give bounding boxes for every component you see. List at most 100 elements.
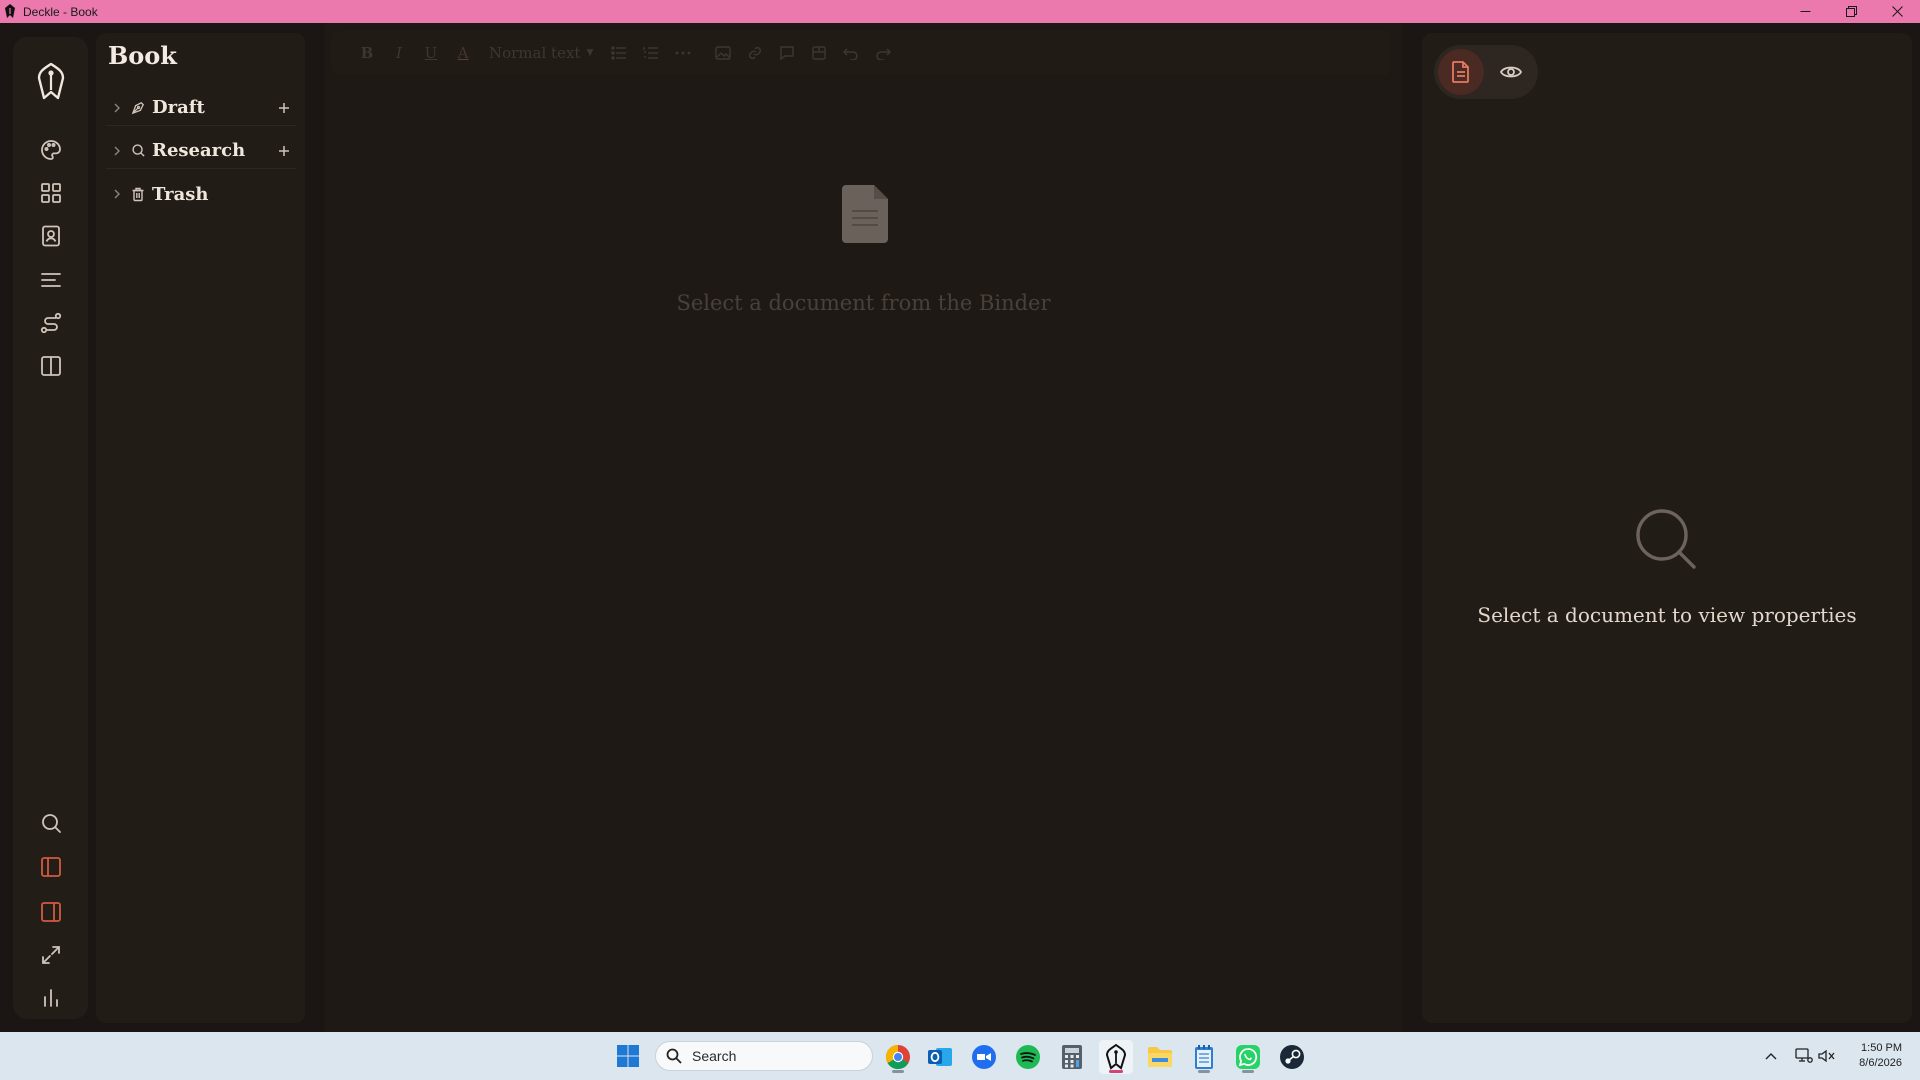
bold-button[interactable]: B xyxy=(351,39,383,67)
chevron-right-icon[interactable] xyxy=(110,187,124,201)
image-icon xyxy=(715,46,732,60)
statistics-button[interactable] xyxy=(36,983,66,1013)
outline-button[interactable] xyxy=(36,265,66,295)
tab-document-properties[interactable] xyxy=(1438,49,1484,95)
restore-button[interactable] xyxy=(1828,0,1874,23)
taskbar-app-chrome[interactable] xyxy=(881,1040,915,1074)
text-color-button[interactable]: A xyxy=(447,39,479,67)
binder-item-draft[interactable]: Draft xyxy=(106,90,296,126)
characters-button[interactable] xyxy=(36,221,66,251)
windows-logo-icon xyxy=(617,1045,639,1067)
taskbar-app-steam[interactable] xyxy=(1275,1040,1309,1074)
add-draft-button[interactable] xyxy=(276,100,292,116)
panel-right-icon xyxy=(41,902,61,922)
volume-button[interactable] xyxy=(1817,1046,1837,1066)
chevron-right-icon[interactable] xyxy=(110,101,124,115)
window-titlebar: Deckle - Book xyxy=(0,0,1920,23)
close-button[interactable] xyxy=(1874,0,1920,23)
contact-card-icon xyxy=(42,225,60,247)
paragraph-style-value: Normal text xyxy=(489,44,581,62)
pen-tool-icon xyxy=(130,100,146,116)
chevron-right-icon[interactable] xyxy=(110,144,124,158)
window-controls xyxy=(1782,0,1920,23)
insert-note-button[interactable] xyxy=(803,39,835,67)
spotify-icon xyxy=(1016,1045,1040,1069)
network-icon xyxy=(1795,1048,1813,1063)
taskbar-search-label: Search xyxy=(692,1048,737,1064)
comment-icon xyxy=(780,46,795,61)
insert-image-button[interactable] xyxy=(707,39,739,67)
taskbar-app-calculator[interactable] xyxy=(1055,1040,1089,1074)
underline-button[interactable]: U xyxy=(415,39,447,67)
grid-icon xyxy=(41,183,61,203)
taskbar-app-notepad[interactable] xyxy=(1187,1040,1221,1074)
fullscreen-button[interactable] xyxy=(36,940,66,970)
palette-icon xyxy=(41,140,61,160)
italic-button[interactable]: I xyxy=(383,39,415,67)
formatting-toolbar: B I U A Normal text ▼ xyxy=(331,31,1391,75)
binder-title: Book xyxy=(108,41,177,70)
paragraph-style-select[interactable]: Normal text ▼ xyxy=(489,44,593,62)
navigation-rail xyxy=(13,37,88,1019)
binder-item-research[interactable]: Research xyxy=(106,133,296,169)
binder-item-trash[interactable]: Trash xyxy=(106,176,296,212)
app-logo[interactable] xyxy=(31,59,71,105)
chevron-up-icon xyxy=(1765,1053,1777,1060)
binder-panel: Book Draft Research Trash xyxy=(96,33,305,1023)
show-hidden-icons-button[interactable] xyxy=(1761,1046,1781,1066)
document-icon xyxy=(1452,61,1469,83)
os-taskbar: Search 1:50 PM 8/6/2026 xyxy=(0,1032,1920,1080)
inspector-view-toggle xyxy=(1434,45,1538,99)
undo-icon xyxy=(843,48,859,60)
taskbar-app-whatsapp[interactable] xyxy=(1231,1040,1265,1074)
taskbar-app-outlook[interactable] xyxy=(923,1040,957,1074)
plus-icon xyxy=(279,103,289,113)
theme-button[interactable] xyxy=(36,135,66,165)
horizontal-rule-button[interactable] xyxy=(667,39,699,67)
steam-icon xyxy=(1280,1045,1304,1069)
panel-left-icon xyxy=(41,857,61,877)
bullet-list-icon xyxy=(611,46,627,60)
redo-icon xyxy=(876,48,892,60)
taskbar-app-file-explorer[interactable] xyxy=(1143,1040,1177,1074)
link-icon xyxy=(749,46,762,60)
chevron-down-icon: ▼ xyxy=(586,48,594,58)
taskbar-clock[interactable]: 1:50 PM 8/6/2026 xyxy=(1859,1041,1902,1071)
plus-icon xyxy=(279,146,289,156)
text-lines-icon xyxy=(41,273,61,287)
insert-link-button[interactable] xyxy=(739,39,771,67)
taskbar-app-deckle[interactable] xyxy=(1099,1040,1133,1074)
toggle-inspector-button[interactable] xyxy=(36,897,66,927)
add-research-button[interactable] xyxy=(276,143,292,159)
toggle-binder-button[interactable] xyxy=(36,852,66,882)
split-view-button[interactable] xyxy=(36,351,66,381)
redo-button[interactable] xyxy=(867,39,899,67)
folder-icon xyxy=(1148,1047,1172,1067)
add-comment-button[interactable] xyxy=(771,39,803,67)
ellipsis-icon xyxy=(675,51,691,55)
taskbar-search-input[interactable]: Search xyxy=(655,1041,873,1071)
taskbar-app-spotify[interactable] xyxy=(1011,1040,1045,1074)
bar-chart-icon xyxy=(44,989,58,1007)
search-icon xyxy=(42,814,61,833)
app-logo-icon xyxy=(3,4,17,20)
timeline-button[interactable] xyxy=(36,308,66,338)
start-button[interactable] xyxy=(614,1042,642,1070)
binder-item-label: Research xyxy=(152,140,246,161)
minimize-icon xyxy=(1800,11,1810,12)
trash-icon xyxy=(130,186,146,202)
tab-preview[interactable] xyxy=(1488,49,1534,95)
search-icon xyxy=(1636,509,1696,569)
bullet-list-button[interactable] xyxy=(603,39,635,67)
inspector-empty-message: Select a document to view properties xyxy=(1477,603,1857,627)
taskbar-app-zoom[interactable] xyxy=(967,1040,1001,1074)
binder-item-label: Trash xyxy=(152,183,209,205)
network-status-button[interactable] xyxy=(1794,1046,1814,1066)
search-button[interactable] xyxy=(36,808,66,838)
corkboard-button[interactable] xyxy=(36,178,66,208)
route-icon xyxy=(40,312,62,334)
numbered-list-button[interactable] xyxy=(635,39,667,67)
undo-button[interactable] xyxy=(835,39,867,67)
note-icon xyxy=(812,46,827,60)
minimize-button[interactable] xyxy=(1782,0,1828,23)
